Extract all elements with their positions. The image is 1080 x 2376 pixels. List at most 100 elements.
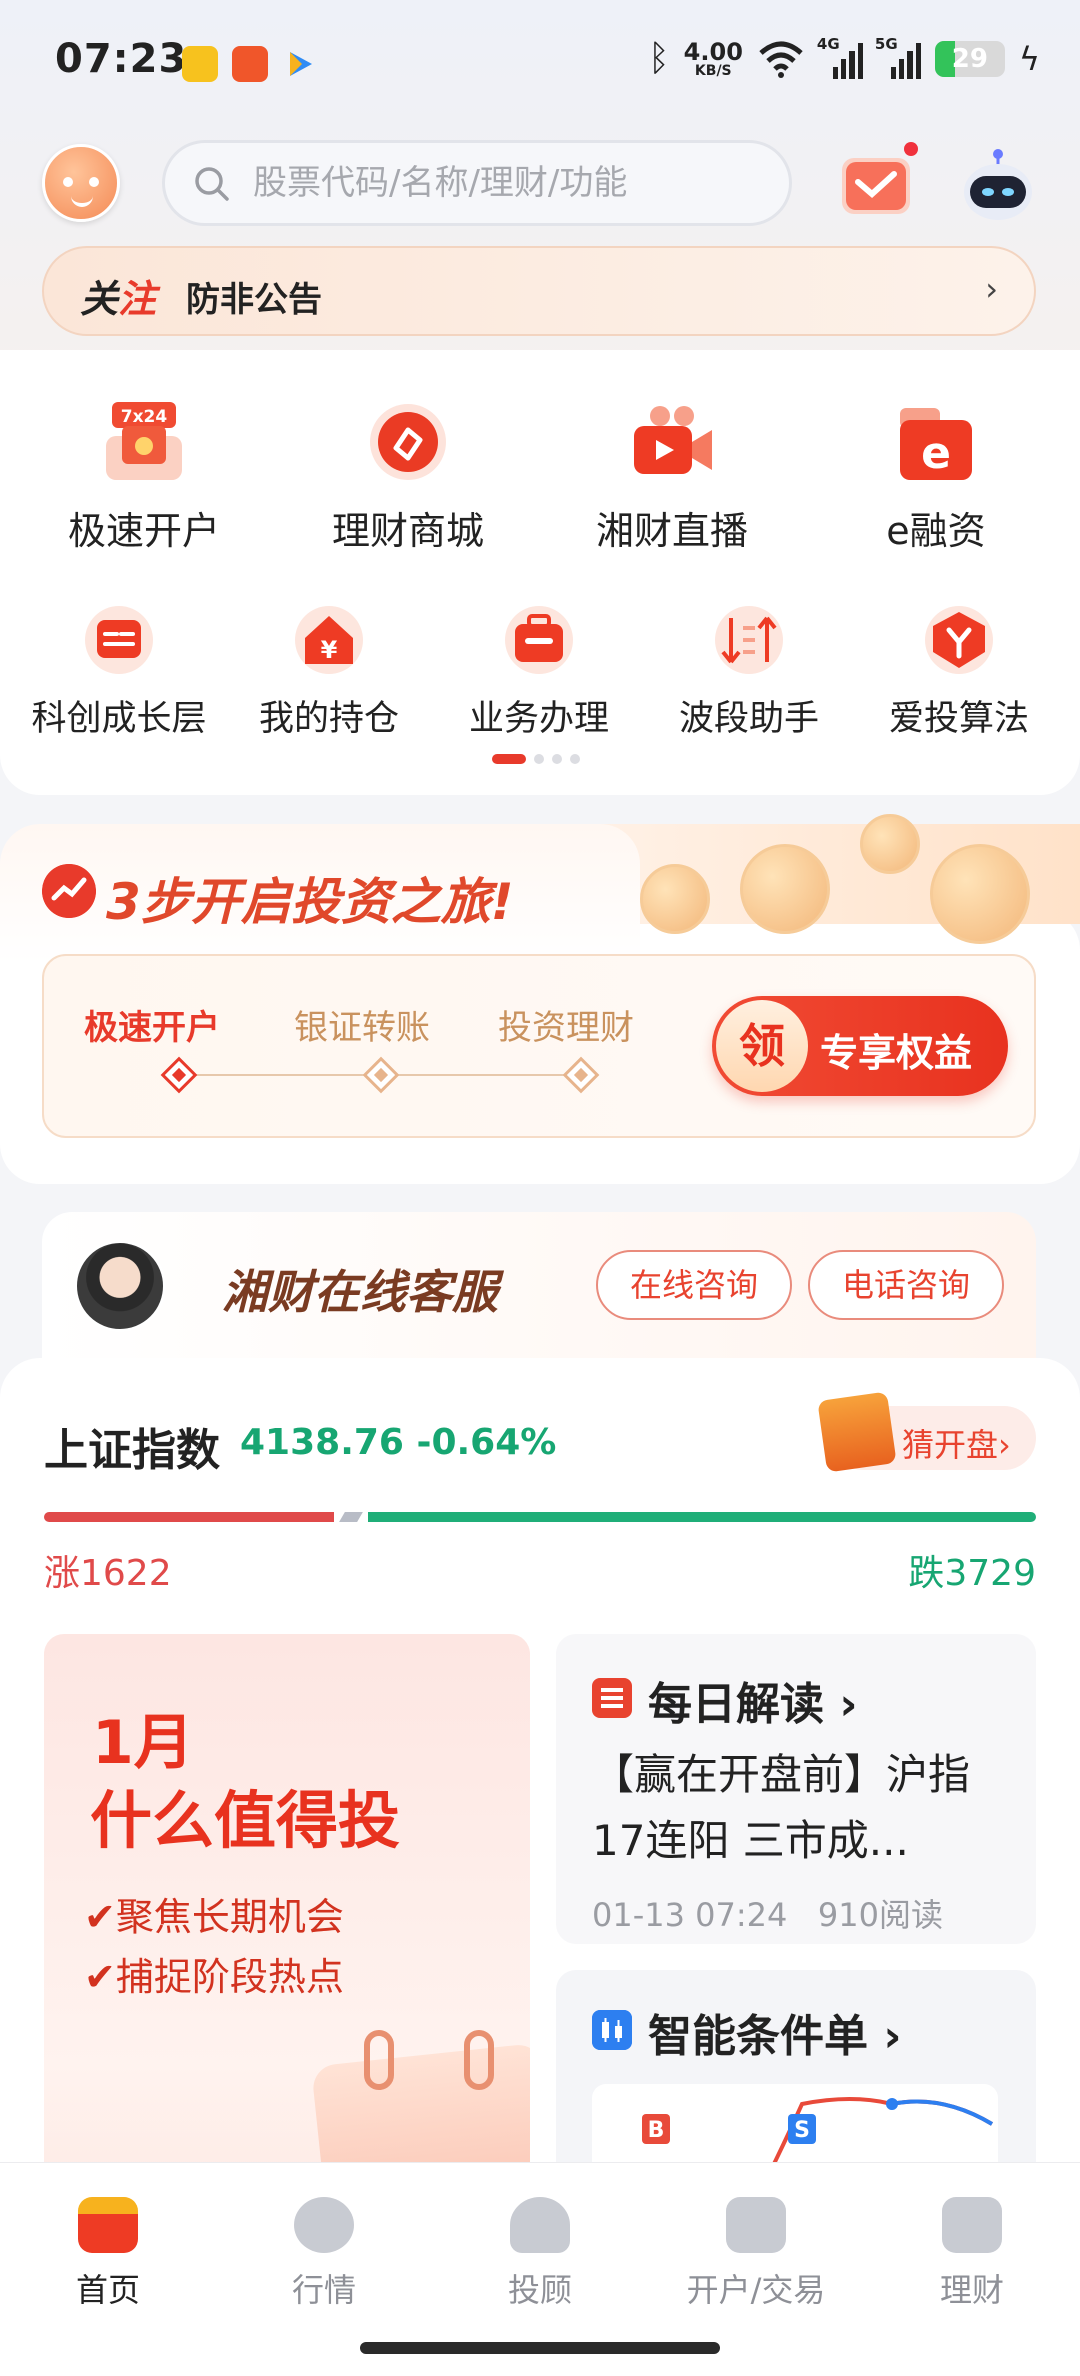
step-account-open[interactable]: 极速开户	[84, 1000, 220, 1049]
nav-label: 开户/交易	[686, 2271, 826, 2309]
phone-consult-button[interactable]: 电话咨询	[808, 1250, 1004, 1320]
condition-order-title-text: 智能条件单	[648, 2011, 868, 2062]
bluetooth-icon: ᛒ	[648, 38, 670, 79]
promo-bullet: ✔聚焦长期机会	[84, 1886, 344, 1941]
e-finance-icon: e	[890, 396, 982, 488]
search-bar[interactable]	[162, 140, 792, 226]
svg-text:e: e	[921, 428, 951, 479]
journey-title: 3步开启投资之旅!	[106, 873, 514, 931]
nav-label: 投顾	[507, 2271, 572, 2309]
menu-item-growth-board[interactable]: 科创成长层	[14, 604, 224, 741]
market-icon	[294, 2197, 354, 2253]
growth-board-icon	[83, 604, 155, 676]
menu-item-business[interactable]: 业务办理	[434, 604, 644, 741]
play-notification-icon	[290, 52, 312, 76]
decline-segment	[368, 1512, 1036, 1522]
index-name[interactable]: 上证指数	[44, 1414, 220, 1478]
search-icon	[195, 167, 229, 201]
check-icon: ✔	[84, 1895, 116, 1939]
news-date: 01-13 07:24	[592, 1896, 788, 1934]
account-open-icon: 7x24	[98, 396, 190, 488]
home-icon	[78, 2197, 138, 2253]
signal-label: 4G	[816, 34, 840, 53]
advisor-icon	[510, 2197, 570, 2253]
coin-decoration	[930, 844, 1030, 944]
buy-tag: B	[648, 2118, 665, 2143]
holdings-icon: ¥	[293, 604, 365, 676]
user-avatar[interactable]	[42, 144, 120, 222]
claim-perks-button[interactable]: 领 专享权益	[712, 996, 1008, 1096]
robot-icon	[964, 149, 1032, 220]
online-consult-button[interactable]: 在线咨询	[596, 1250, 792, 1320]
decline-count: 跌3729	[908, 1553, 1036, 1594]
notice-tag-highlight: 注	[118, 277, 157, 321]
page-dot-active	[492, 754, 526, 764]
daily-reading-title-text: 每日解读	[648, 1679, 824, 1730]
search-input[interactable]	[253, 143, 773, 223]
step-marker	[362, 1056, 400, 1094]
coins-decoration	[600, 814, 1080, 944]
candlestick-icon	[592, 2010, 632, 2050]
promo-bullet-text: 聚焦长期机会	[115, 1895, 344, 1939]
signal-label: 5G	[874, 34, 898, 53]
guess-open-button[interactable]: 猜开盘›	[817, 1391, 1036, 1473]
promo-bullet: ✔捕捉阶段热点	[84, 1946, 344, 2001]
cell-signal-4g: 4G	[817, 35, 863, 79]
claim-label: 专享权益	[820, 1031, 973, 1075]
unread-dot	[904, 142, 918, 156]
step-invest[interactable]: 投资理财	[498, 1000, 634, 1049]
trade-icon	[726, 2197, 786, 2253]
battery-level: 29	[951, 43, 988, 74]
charging-icon: ϟ	[1018, 39, 1040, 78]
promo-bullet-text: 捕捉阶段热点	[115, 1955, 344, 1999]
nav-wealth[interactable]: 理财	[872, 2197, 1072, 2311]
menu-item-wealth-mall[interactable]: 理财商城	[278, 396, 538, 555]
mail-icon	[842, 158, 910, 214]
step-marker-active	[160, 1056, 198, 1094]
calendar-ring	[464, 2030, 494, 2090]
menu-item-holdings[interactable]: ¥ 我的持仓	[224, 604, 434, 741]
step-marker	[562, 1056, 600, 1094]
message-button[interactable]	[838, 142, 918, 220]
trend-icon	[42, 864, 96, 918]
anti-fraud-notice[interactable]: 关注 防非公告 ›	[42, 246, 1036, 336]
step-bank-transfer[interactable]: 银证转账	[294, 1000, 430, 1049]
condition-order-title: 智能条件单 ›	[648, 2011, 902, 2062]
index-value: 4138.76	[240, 1422, 404, 1463]
menu-item-e-finance[interactable]: e e融资	[806, 396, 1066, 555]
speed-unit: KB/S	[694, 62, 732, 79]
service-title: 湘财在线客服	[222, 1265, 498, 1319]
nav-label: 理财	[939, 2271, 1004, 2309]
wifi-icon	[759, 41, 803, 78]
menu-label: 业务办理	[468, 699, 609, 739]
menu-item-live[interactable]: 湘财直播	[542, 396, 802, 555]
nav-trade[interactable]: 开户/交易	[656, 2197, 856, 2311]
advance-count: 涨1622	[44, 1553, 172, 1594]
page-dot	[570, 754, 580, 764]
wealth-mall-icon	[362, 396, 454, 488]
notice-tag: 关注	[80, 268, 156, 323]
badge-7x24: 7x24	[121, 407, 168, 427]
agent-avatar	[74, 1240, 166, 1332]
cell-signal-5g: 5G	[875, 35, 921, 79]
guess-label: 猜开盘›	[902, 1426, 1011, 1464]
nav-home[interactable]: 首页	[8, 2197, 208, 2311]
menu-item-algo[interactable]: 爱投算法	[854, 604, 1064, 741]
document-icon	[592, 1678, 632, 1718]
page-indicator	[492, 754, 580, 764]
daily-reading-card[interactable]: 每日解读 › 【赢在开盘前】沪指17连阳 三市成... 01-13 07:24 …	[556, 1634, 1036, 1944]
svg-text:¥: ¥	[321, 636, 338, 664]
promo-headline: 什么值得投	[90, 1784, 401, 1857]
journey-steps: 极速开户 银证转账 投资理财 领 专享权益	[42, 954, 1036, 1138]
home-indicator[interactable]	[360, 2342, 720, 2354]
briefcase-icon	[503, 604, 575, 676]
assistant-robot-button[interactable]	[960, 148, 1036, 224]
chevron-right-icon: ›	[985, 270, 998, 308]
daily-reading-meta: 01-13 07:24 910阅读	[592, 1890, 943, 1936]
menu-item-account-open[interactable]: 7x24 极速开户	[14, 396, 274, 555]
nav-market[interactable]: 行情	[224, 2197, 424, 2311]
swing-helper-icon	[713, 604, 785, 676]
menu-item-swing-helper[interactable]: 波段助手	[644, 604, 854, 741]
nav-advisor[interactable]: 投顾	[440, 2197, 640, 2311]
online-service-card: 湘财在线客服 在线咨询 电话咨询	[42, 1212, 1036, 1362]
